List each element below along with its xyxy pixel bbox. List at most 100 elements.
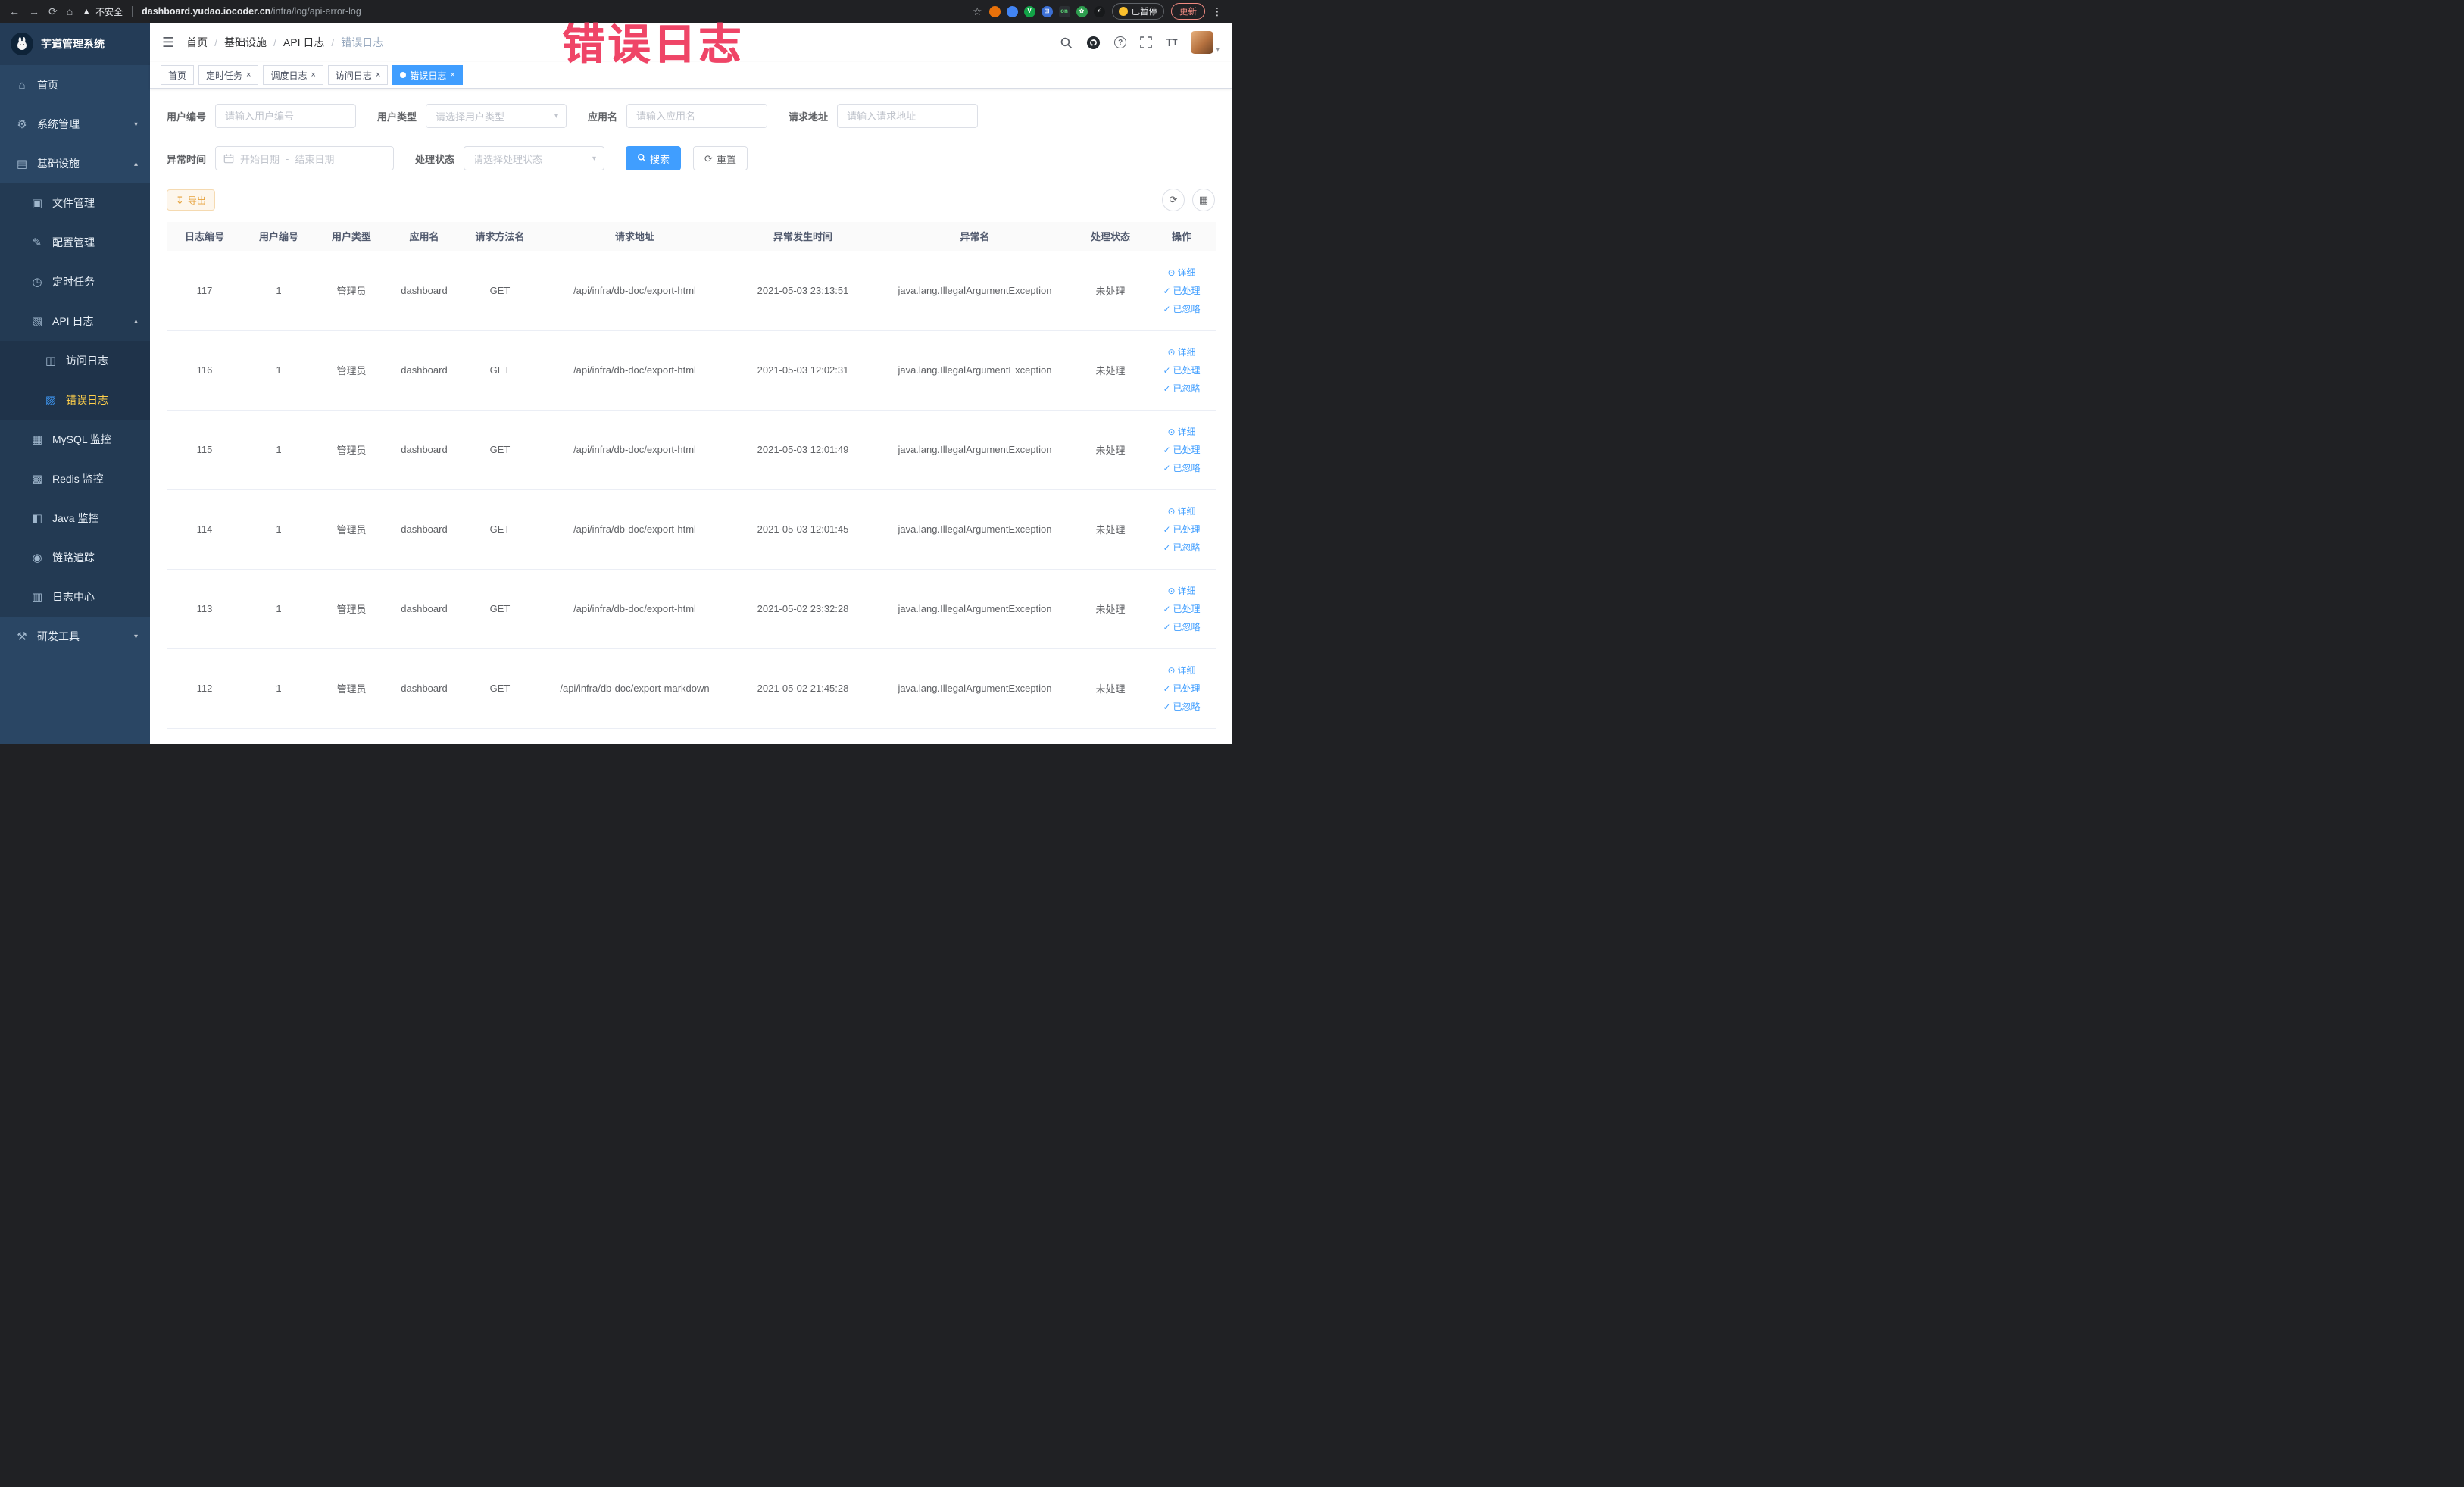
- security-chip[interactable]: ▲ 不安全: [82, 5, 123, 18]
- sidebar-item-log-center[interactable]: ▥ 日志中心: [0, 577, 150, 617]
- refresh-table-button[interactable]: ⟳: [1162, 189, 1185, 211]
- sidebar-item-dev-tools[interactable]: ⚒ 研发工具 ▾: [0, 617, 150, 656]
- sidebar-item-link-trace[interactable]: ◉ 链路追踪: [0, 538, 150, 577]
- action-ignored[interactable]: ✓ 已忽略: [1147, 539, 1216, 557]
- action-detail[interactable]: ⊙ 详细: [1147, 502, 1216, 520]
- sidebar-item-config-management[interactable]: ✎ 配置管理: [0, 223, 150, 262]
- action-ignored[interactable]: ✓ 已忽略: [1147, 698, 1216, 716]
- user-type-placeholder: 请选择用户类型: [436, 111, 505, 123]
- sidebar-item-label: MySQL 监控: [52, 433, 112, 445]
- tab-访问日志[interactable]: 访问日志 ×: [327, 65, 389, 85]
- extension-leaf-icon[interactable]: ✿: [1076, 5, 1088, 17]
- action-ignored[interactable]: ✓ 已忽略: [1147, 300, 1216, 318]
- close-icon[interactable]: ×: [376, 70, 380, 80]
- action-detail[interactable]: ⊙ 详细: [1147, 661, 1216, 679]
- user-id-input[interactable]: [215, 104, 357, 128]
- action-processed[interactable]: ✓ 已处理: [1147, 679, 1216, 698]
- browser-update-button[interactable]: 更新: [1171, 3, 1205, 20]
- action-processed[interactable]: ✓ 已处理: [1147, 600, 1216, 618]
- app-logo[interactable]: 芋道管理系统: [0, 23, 150, 65]
- sidebar-item-access-log[interactable]: ◫ 访问日志: [0, 341, 150, 380]
- user-type-select[interactable]: 请选择用户类型 ▾: [426, 104, 567, 128]
- tab-定时任务[interactable]: 定时任务 ×: [198, 65, 259, 85]
- action-ignored[interactable]: ✓ 已忽略: [1147, 618, 1216, 636]
- forward-icon[interactable]: →: [29, 6, 39, 17]
- action-ignored[interactable]: ✓ 已忽略: [1147, 380, 1216, 398]
- cell-time: 2021-05-03 12:01:49: [730, 410, 876, 490]
- action-detail[interactable]: ⊙ 详细: [1147, 423, 1216, 441]
- cell-user_id: 1: [242, 648, 315, 729]
- cell-actions: ⊙ 详细 ✓ 已处理 ✓ 已忽略: [1147, 489, 1216, 570]
- tab-首页[interactable]: 首页: [161, 65, 195, 85]
- app-name-input[interactable]: [626, 104, 768, 128]
- sidebar-item-java-monitor[interactable]: ◧ Java 监控: [0, 498, 150, 538]
- close-icon[interactable]: ×: [246, 70, 251, 80]
- action-ignored[interactable]: ✓ 已忽略: [1147, 459, 1216, 477]
- tab-label: 首页: [168, 70, 187, 81]
- cell-method: GET: [461, 569, 539, 649]
- sidebar-item-home[interactable]: ⌂ 首页: [0, 65, 150, 105]
- cell-app_name: dashboard: [388, 648, 461, 729]
- sidebar-item-file-management[interactable]: ▣ 文件管理: [0, 183, 150, 223]
- extension-red-icon[interactable]: [988, 5, 1001, 17]
- action-processed[interactable]: ✓ 已处理: [1147, 282, 1216, 300]
- github-icon[interactable]: [1086, 36, 1101, 50]
- exception-time-label: 异常时间: [167, 153, 207, 165]
- tab-label: 定时任务: [206, 70, 243, 81]
- sidebar-item-api-log[interactable]: ▧ API 日志 ▴: [0, 301, 150, 341]
- action-processed[interactable]: ✓ 已处理: [1147, 441, 1216, 459]
- sidebar-item-redis-monitor[interactable]: ▩ Redis 监控: [0, 459, 150, 498]
- close-icon[interactable]: ×: [450, 70, 454, 80]
- bookmark-star-icon[interactable]: ☆: [973, 6, 982, 17]
- security-label: 不安全: [95, 6, 123, 17]
- reset-button[interactable]: ⟳ 重置: [693, 146, 748, 170]
- action-processed[interactable]: ✓ 已处理: [1147, 361, 1216, 380]
- config-icon: ✎: [32, 236, 42, 249]
- breadcrumb-item[interactable]: API 日志: [283, 35, 324, 50]
- search-icon[interactable]: [1060, 36, 1073, 49]
- sidebar-item-system-management[interactable]: ⚙ 系统管理 ▾: [0, 105, 150, 144]
- help-icon[interactable]: ?: [1114, 36, 1127, 48]
- close-icon[interactable]: ×: [311, 70, 315, 80]
- user-menu[interactable]: ▾: [1191, 31, 1220, 54]
- cell-actions: ⊙ 详细 ✓ 已处理 ✓ 已忽略: [1147, 330, 1216, 411]
- export-button[interactable]: ↧ 导出: [167, 189, 215, 211]
- refresh-icon[interactable]: ⟳: [48, 6, 58, 17]
- extension-blue-dot-icon[interactable]: [1006, 5, 1018, 17]
- sidebar-item-infrastructure[interactable]: ▤ 基础设施 ▴: [0, 144, 150, 183]
- extension-on-badge-icon[interactable]: on: [1058, 5, 1070, 17]
- process-status-select[interactable]: 请选择处理状态 ▾: [464, 146, 605, 170]
- fullscreen-icon[interactable]: [1140, 36, 1152, 48]
- search-button[interactable]: 搜索: [626, 146, 682, 170]
- tab-调度日志[interactable]: 调度日志 ×: [263, 65, 323, 85]
- sidebar-item-error-log[interactable]: ▨ 错误日志: [0, 380, 150, 420]
- home-icon[interactable]: ⌂: [67, 6, 73, 17]
- hamburger-icon[interactable]: ☰: [162, 35, 174, 51]
- action-processed[interactable]: ✓ 已处理: [1147, 520, 1216, 539]
- tab-错误日志[interactable]: 错误日志 ×: [392, 65, 463, 85]
- column-visibility-button[interactable]: ▦: [1192, 189, 1215, 211]
- sidebar-item-mysql-monitor[interactable]: ▦ MySQL 监控: [0, 420, 150, 459]
- back-icon[interactable]: ←: [9, 6, 20, 17]
- sidebar-item-scheduled-jobs[interactable]: ◷ 定时任务: [0, 262, 150, 301]
- exception-time-range-picker[interactable]: 开始日期 - 结束日期: [215, 146, 395, 170]
- font-size-icon[interactable]: TT: [1166, 36, 1177, 49]
- cell-request_url: /api/infra/db-doc/export-markdown: [539, 648, 730, 729]
- eye-icon: ⊙: [1167, 267, 1176, 278]
- action-detail[interactable]: ⊙ 详细: [1147, 343, 1216, 361]
- breadcrumb-item[interactable]: 基础设施: [224, 35, 267, 50]
- request-url-input[interactable]: [837, 104, 979, 128]
- address-bar[interactable]: dashboard.yudao.iocoder.cn /infra/log/ap…: [142, 6, 963, 17]
- paused-extension-badge[interactable]: 已暂停: [1111, 3, 1164, 20]
- breadcrumb-item[interactable]: 首页: [186, 35, 208, 50]
- cell-status: 未处理: [1074, 330, 1147, 411]
- cell-request_url: /api/infra/db-doc/export-html: [539, 410, 730, 490]
- cell-log_id: 112: [167, 648, 242, 729]
- extension-plug-icon[interactable]: ⚡: [1093, 5, 1105, 17]
- browser-menu-icon[interactable]: ⋮: [1212, 5, 1223, 18]
- app-title: 芋道管理系统: [41, 38, 105, 50]
- extension-grid-icon[interactable]: ⊞: [1041, 5, 1053, 17]
- action-detail[interactable]: ⊙ 详细: [1147, 264, 1216, 282]
- extension-green-v-icon[interactable]: V: [1023, 5, 1035, 17]
- action-detail[interactable]: ⊙ 详细: [1147, 582, 1216, 600]
